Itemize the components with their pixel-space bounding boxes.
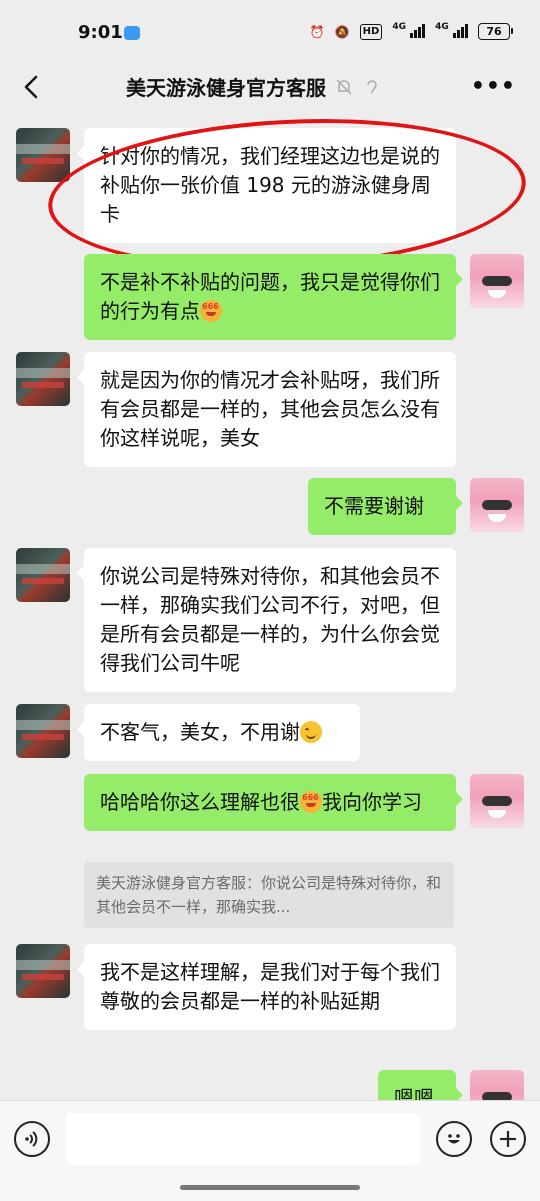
title-group: 美天游泳健身官方客服 xyxy=(126,72,382,101)
avatar-support[interactable] xyxy=(16,128,70,182)
voice-icon xyxy=(25,1131,38,1147)
more-functions-button[interactable] xyxy=(490,1121,526,1157)
emoji-button[interactable] xyxy=(436,1121,472,1157)
home-indicator[interactable] xyxy=(180,1185,360,1190)
avatar-support[interactable] xyxy=(16,352,70,406)
smile-emoji-icon xyxy=(300,721,322,743)
hd-icon: HD xyxy=(359,23,383,40)
chat-title: 美天游泳健身官方客服 xyxy=(126,76,326,100)
avatar-support[interactable] xyxy=(16,548,70,602)
message-bubble-received[interactable]: 就是因为你的情况才会补贴呀，我们所有会员都是一样的，其他会员怎么没有你这样说呢，… xyxy=(77,352,456,467)
emoji-badge: 666 xyxy=(202,302,219,311)
message-bubble-sent[interactable]: 哈哈哈你这么理解也很 666 我向你学习 xyxy=(84,774,463,831)
message-bubble-received[interactable]: 我不是这样理解，是我们对于每个我们尊敬的会员都是一样的补贴延期 xyxy=(77,944,456,1030)
chevron-left-icon xyxy=(24,75,38,99)
avatar-self[interactable] xyxy=(470,774,524,828)
666-emoji-icon: 666 xyxy=(200,300,222,322)
network-4g-icon-2: 4G xyxy=(435,22,468,41)
emoji-badge: 666 xyxy=(302,793,319,802)
chat-header: 美天游泳健身官方客服 ••• xyxy=(0,64,540,112)
666-emoji-icon: 666 xyxy=(300,791,322,813)
message-bubble-received[interactable]: 不客气，美女，不用谢 xyxy=(77,704,360,761)
quoted-message[interactable]: 美天游泳健身官方客服：你说公司是特殊对待你，和其他会员不一样，那确实我... xyxy=(84,862,454,928)
network-4g-label-2: 4G xyxy=(435,22,449,32)
message-bubble-received[interactable]: 你说公司是特殊对待你，和其他会员不一样，那确实我们公司不行，对吧，但是所有会员都… xyxy=(77,548,456,692)
avatar-self[interactable] xyxy=(470,254,524,308)
message-text: 哈哈哈你这么理解也很 xyxy=(100,790,300,814)
weather-icon xyxy=(124,26,140,40)
more-options-button[interactable]: ••• xyxy=(471,74,516,99)
plus-icon xyxy=(500,1131,516,1147)
earpiece-icon xyxy=(367,79,377,93)
mute-icon: 🔕 xyxy=(334,24,350,39)
avatar-support[interactable] xyxy=(16,944,70,998)
status-bar: 9:01 ⏰ 🔕 HD 4G 4G 76 xyxy=(0,0,540,64)
message-input[interactable] xyxy=(66,1113,420,1165)
status-time: 9:01 xyxy=(78,22,123,43)
message-text: 不是补不补贴的问题，我只是觉得你们的行为有点 xyxy=(100,270,440,323)
emoji-face-icon xyxy=(448,1134,460,1144)
message-text: 我向你学习 xyxy=(322,790,422,814)
message-bubble-received[interactable]: 针对你的情况，我们经理这边也是说的补贴你一张价值 198 元的游泳健身周卡 xyxy=(77,128,456,243)
voice-input-button[interactable] xyxy=(14,1121,50,1157)
back-button[interactable] xyxy=(16,70,50,104)
avatar-self[interactable] xyxy=(470,478,524,532)
message-bubble-sent[interactable]: 不需要谢谢 xyxy=(308,478,463,535)
message-text: 不客气，美女，不用谢 xyxy=(100,720,300,744)
status-icons: ⏰ 🔕 HD 4G 4G 76 xyxy=(309,22,513,41)
network-4g-label: 4G xyxy=(392,22,406,32)
input-bar xyxy=(0,1100,540,1201)
message-bubble-sent[interactable]: 不是补不补贴的问题，我只是觉得你们的行为有点 666 xyxy=(84,254,463,340)
battery-icon: 76 xyxy=(478,23,513,40)
network-4g-icon: 4G xyxy=(392,22,426,41)
avatar-support[interactable] xyxy=(16,704,70,758)
muted-bell-icon xyxy=(336,78,352,95)
alarm-icon: ⏰ xyxy=(309,24,325,39)
